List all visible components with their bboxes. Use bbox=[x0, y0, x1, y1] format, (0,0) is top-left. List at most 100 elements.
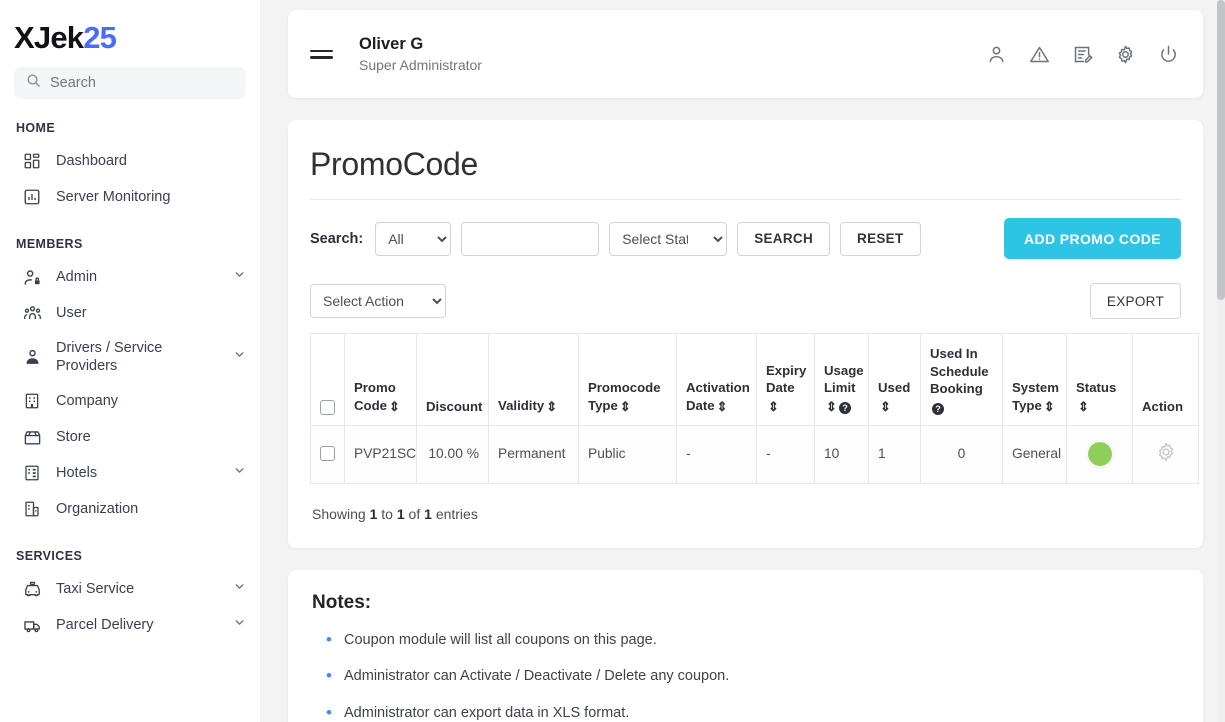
select-all-checkbox[interactable] bbox=[320, 400, 335, 415]
sort-icon: ⇕ bbox=[880, 398, 891, 415]
promocode-card-inner: PromoCode Search: All Select Status SEAR… bbox=[288, 146, 1203, 548]
cell-expiry-date: - bbox=[757, 426, 815, 484]
column-status[interactable]: Status ⇕ bbox=[1067, 334, 1133, 426]
search-type-select[interactable]: All bbox=[375, 222, 451, 256]
sidebar-item-server-monitoring[interactable]: Server Monitoring bbox=[0, 179, 260, 215]
sidebar-item-parcel-delivery[interactable]: Parcel Delivery bbox=[0, 607, 260, 643]
sidebar-item-label: Organization bbox=[56, 500, 246, 518]
sort-icon: ⇕ bbox=[826, 398, 837, 415]
sidebar-item-label: User bbox=[56, 304, 246, 322]
sort-icon: ⇕ bbox=[1078, 398, 1089, 415]
cell-system-type: General bbox=[1003, 426, 1067, 484]
column-label: Used bbox=[878, 380, 910, 395]
header-icon-group bbox=[986, 44, 1179, 65]
cell-activation-date: - bbox=[677, 426, 757, 484]
column-promo-code[interactable]: Promo Code⇕ bbox=[345, 334, 417, 426]
column-system-type[interactable]: System Type⇕ bbox=[1003, 334, 1067, 426]
table-row[interactable]: PVP21SC 10.00 % Permanent Public - - 10 … bbox=[311, 426, 1199, 484]
sidebar-section-services-title: SERVICES bbox=[0, 527, 260, 571]
admin-user-icon bbox=[22, 268, 42, 287]
promocode-card: PromoCode Search: All Select Status SEAR… bbox=[288, 120, 1203, 548]
showing-to: 1 bbox=[397, 506, 405, 522]
chevron-down-icon bbox=[233, 580, 246, 598]
help-icon[interactable]: ? bbox=[839, 402, 851, 414]
status-badge-active[interactable] bbox=[1086, 440, 1114, 468]
alert-warning-icon[interactable] bbox=[1029, 44, 1050, 65]
export-button[interactable]: EXPORT bbox=[1090, 283, 1181, 319]
edit-document-icon[interactable] bbox=[1072, 44, 1093, 65]
cell-action bbox=[1133, 426, 1199, 484]
sidebar-item-taxi-service[interactable]: Taxi Service bbox=[0, 571, 260, 607]
page-title: PromoCode bbox=[310, 146, 1181, 200]
sidebar-search-box[interactable] bbox=[14, 67, 246, 99]
sidebar-item-company[interactable]: Company bbox=[0, 383, 260, 419]
sidebar-item-organization[interactable]: Organization bbox=[0, 491, 260, 527]
column-promocode-type[interactable]: Promocode Type⇕ bbox=[579, 334, 677, 426]
column-used[interactable]: Used ⇕ bbox=[869, 334, 921, 426]
sidebar-search-wrapper bbox=[0, 67, 260, 99]
scrollbar-thumb[interactable] bbox=[1217, 0, 1225, 300]
help-icon[interactable]: ? bbox=[932, 403, 944, 415]
main-content: Oliver G Super Administrator bbox=[260, 0, 1225, 722]
cell-validity: Permanent bbox=[489, 426, 579, 484]
promocode-table: Promo Code⇕ Discount Validity⇕ Promocode… bbox=[310, 333, 1199, 484]
power-logout-icon[interactable] bbox=[1158, 44, 1179, 65]
column-usage-limit[interactable]: Usage Limit ⇕? bbox=[815, 334, 869, 426]
search-icon bbox=[26, 73, 41, 93]
search-button[interactable]: SEARCH bbox=[737, 222, 830, 256]
status-select[interactable]: Select Status bbox=[609, 222, 727, 256]
list-item: Coupon module will list all coupons on t… bbox=[312, 630, 1179, 666]
users-group-icon bbox=[22, 304, 42, 323]
sort-icon: ⇕ bbox=[1044, 398, 1055, 415]
list-item: Administrator can export data in XLS for… bbox=[312, 703, 1179, 722]
row-settings-gear-icon[interactable] bbox=[1155, 451, 1177, 466]
organization-icon bbox=[22, 500, 42, 518]
header-user-info: Oliver G Super Administrator bbox=[359, 33, 482, 74]
taxi-icon bbox=[22, 580, 42, 599]
sidebar-search-input[interactable] bbox=[50, 75, 234, 91]
column-used-in-schedule-booking: Used In Schedule Booking? bbox=[921, 334, 1003, 426]
table-body: PVP21SC 10.00 % Permanent Public - - 10 … bbox=[311, 426, 1199, 484]
add-promo-code-button[interactable]: ADD PROMO CODE bbox=[1004, 218, 1181, 259]
sidebar-item-admin[interactable]: Admin bbox=[0, 259, 260, 295]
reset-button[interactable]: RESET bbox=[840, 222, 921, 256]
showing-mid: to bbox=[381, 506, 393, 522]
column-label: Expiry Date bbox=[766, 363, 806, 395]
sidebar-item-drivers-service-providers[interactable]: Drivers / Service Providers bbox=[0, 331, 260, 383]
column-label: Usage Limit bbox=[824, 363, 864, 395]
page-scrollbar[interactable] bbox=[1217, 0, 1225, 722]
sort-icon: ⇕ bbox=[768, 398, 779, 415]
table-entries-summary: Showing 1 to 1 of 1 entries bbox=[310, 484, 1181, 548]
column-discount: Discount bbox=[417, 334, 489, 426]
sidebar-item-hotels[interactable]: Hotels bbox=[0, 455, 260, 491]
table-header-row: Promo Code⇕ Discount Validity⇕ Promocode… bbox=[311, 334, 1199, 426]
settings-gear-icon[interactable] bbox=[1115, 44, 1136, 65]
column-activation-date[interactable]: Activation Date⇕ bbox=[677, 334, 757, 426]
showing-of: of bbox=[409, 506, 421, 522]
sidebar-item-user[interactable]: User bbox=[0, 295, 260, 331]
menu-toggle-button[interactable] bbox=[310, 50, 333, 59]
column-label: Status bbox=[1076, 380, 1116, 395]
sidebar-item-label: Company bbox=[56, 392, 246, 410]
bulk-action-select[interactable]: Select Action bbox=[310, 284, 446, 318]
showing-suffix: entries bbox=[436, 506, 478, 522]
table-head: Promo Code⇕ Discount Validity⇕ Promocode… bbox=[311, 334, 1199, 426]
cell-usage-limit: 10 bbox=[815, 426, 869, 484]
hotel-icon bbox=[22, 464, 42, 482]
sidebar-item-label: Store bbox=[56, 428, 246, 446]
brand-name-part2: 25 bbox=[83, 20, 116, 55]
brand-logo[interactable]: XJek25 bbox=[0, 0, 260, 67]
cell-promo-code: PVP21SC bbox=[345, 426, 417, 484]
column-validity[interactable]: Validity⇕ bbox=[489, 334, 579, 426]
showing-total: 1 bbox=[424, 506, 432, 522]
sidebar-item-dashboard[interactable]: Dashboard bbox=[0, 143, 260, 179]
search-keyword-input[interactable] bbox=[461, 222, 599, 256]
notes-card: Notes: Coupon module will list all coupo… bbox=[288, 570, 1203, 722]
action-toolbar: Select Action EXPORT bbox=[310, 283, 1181, 319]
column-expiry-date[interactable]: Expiry Date ⇕ bbox=[757, 334, 815, 426]
row-checkbox[interactable] bbox=[320, 446, 335, 461]
profile-icon[interactable] bbox=[986, 44, 1007, 65]
showing-prefix: Showing bbox=[312, 506, 366, 522]
brand-name-part1: XJek bbox=[14, 20, 83, 55]
sidebar-item-store[interactable]: Store bbox=[0, 419, 260, 455]
